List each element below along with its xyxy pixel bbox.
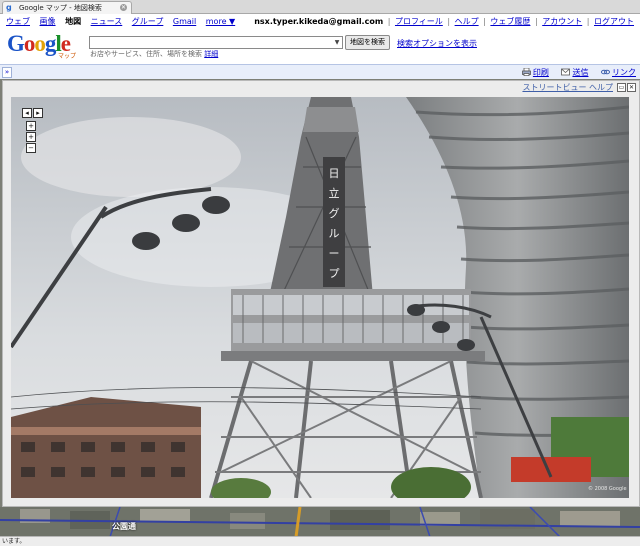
zoom-level-icon[interactable]: + xyxy=(26,132,36,142)
tsutenkaku-tower-photo: 日 立 グ ル ー プ xyxy=(11,97,629,498)
nav-link-gmail[interactable]: Gmail xyxy=(173,17,196,26)
google-favicon-icon: g xyxy=(6,3,12,12)
divider: | xyxy=(483,17,486,26)
browser-tab-strip: g Google マップ - 地図検索 ✕ xyxy=(0,0,640,14)
pan-right-icon[interactable]: ▸ xyxy=(33,108,43,118)
zoom-in-icon[interactable]: + xyxy=(26,121,36,131)
divider: | xyxy=(534,17,538,26)
nav-link-maps-current: 地図 xyxy=(65,17,82,26)
nav-link-web[interactable]: ウェブ xyxy=(6,17,30,26)
tab-close-icon[interactable]: ✕ xyxy=(120,4,127,11)
profile-link[interactable]: プロフィール xyxy=(395,17,443,26)
send-link[interactable]: 送信 xyxy=(572,68,588,77)
street-view-restore-icon[interactable]: ▭ xyxy=(617,83,626,92)
street-view-image[interactable]: 日 立 グ ル ー プ xyxy=(11,97,629,498)
web-history-link[interactable]: ウェブ履歴 xyxy=(490,17,530,26)
nav-link-news[interactable]: ニュース xyxy=(91,17,123,26)
logo-letter: o xyxy=(34,31,45,56)
nav-link-groups[interactable]: グループ xyxy=(132,17,164,26)
account-links: nsx.typer.kikeda@gmail.com | プロフィール | ヘル… xyxy=(254,16,634,27)
search-hint: お店やサービス、住所、場所を検索 詳細 xyxy=(90,49,218,59)
link-tool[interactable]: リンク xyxy=(601,68,636,77)
svg-text:ル: ル xyxy=(329,227,340,240)
divider: | xyxy=(447,17,451,26)
help-link[interactable]: ヘルプ xyxy=(455,17,479,26)
map-street-label: 公園通 xyxy=(112,522,136,531)
service-links: ウェブ 画像 地図 ニュース グループ Gmail more ▼ xyxy=(6,16,242,27)
search-history-dropdown-icon[interactable]: ▼ xyxy=(332,37,342,48)
search-maps-button[interactable]: 地図を検索 xyxy=(345,35,390,50)
pan-left-icon[interactable]: ◂ xyxy=(22,108,32,118)
browser-tab[interactable]: g Google マップ - 地図検索 ✕ xyxy=(2,1,132,14)
user-email: nsx.typer.kikeda@gmail.com xyxy=(254,17,384,26)
logo-subtitle: マップ xyxy=(58,53,77,60)
svg-text:プ: プ xyxy=(329,267,340,280)
search-hint-details-link[interactable]: 詳細 xyxy=(204,50,218,58)
street-view-help-link[interactable]: ストリートビュー ヘルプ xyxy=(522,82,613,93)
google-top-bar: ウェブ 画像 地図 ニュース グループ Gmail more ▼ nsx.typ… xyxy=(0,14,640,28)
maps-header: Google マップ ▼ 地図を検索 検索オプションを表示 お店やサービス、住所… xyxy=(0,29,640,63)
svg-text:立: 立 xyxy=(329,186,340,200)
collapse-panel-icon[interactable]: » xyxy=(2,67,12,78)
account-link[interactable]: アカウント xyxy=(542,17,582,26)
show-search-options-link[interactable]: 検索オプションを表示 xyxy=(397,38,477,49)
search-hint-text: お店やサービス、住所、場所を検索 xyxy=(90,50,202,58)
logout-link[interactable]: ログアウト xyxy=(594,17,634,26)
nav-link-images[interactable]: 画像 xyxy=(40,17,56,26)
zoom-out-icon[interactable]: − xyxy=(26,143,36,153)
divider: | xyxy=(586,17,590,26)
nav-link-more[interactable]: more ▼ xyxy=(206,17,235,26)
printer-icon xyxy=(522,68,531,76)
chain-link-icon xyxy=(601,69,610,75)
logo-letter: g xyxy=(44,31,56,56)
svg-text:ー: ー xyxy=(329,247,340,260)
logo-letter: G xyxy=(7,31,25,56)
map-toolbar: » 印刷 送信 リンク xyxy=(0,64,640,80)
svg-text:グ: グ xyxy=(329,206,340,220)
logo-letter: o xyxy=(23,31,35,56)
envelope-icon xyxy=(561,68,571,76)
svg-text:日: 日 xyxy=(329,167,340,180)
send-tool[interactable]: 送信 xyxy=(561,68,591,77)
print-tool[interactable]: 印刷 xyxy=(522,68,552,77)
print-link[interactable]: 印刷 xyxy=(533,68,549,77)
search-input[interactable]: ▼ xyxy=(89,36,343,49)
tab-title: Google マップ - 地図検索 xyxy=(19,4,102,12)
link-link[interactable]: リンク xyxy=(612,68,636,77)
divider: | xyxy=(387,17,391,26)
street-view-close-icon[interactable]: ✕ xyxy=(627,83,636,92)
street-view-copyright: © 2008 Google xyxy=(588,486,627,492)
map-tools: 印刷 送信 リンク xyxy=(512,67,636,78)
